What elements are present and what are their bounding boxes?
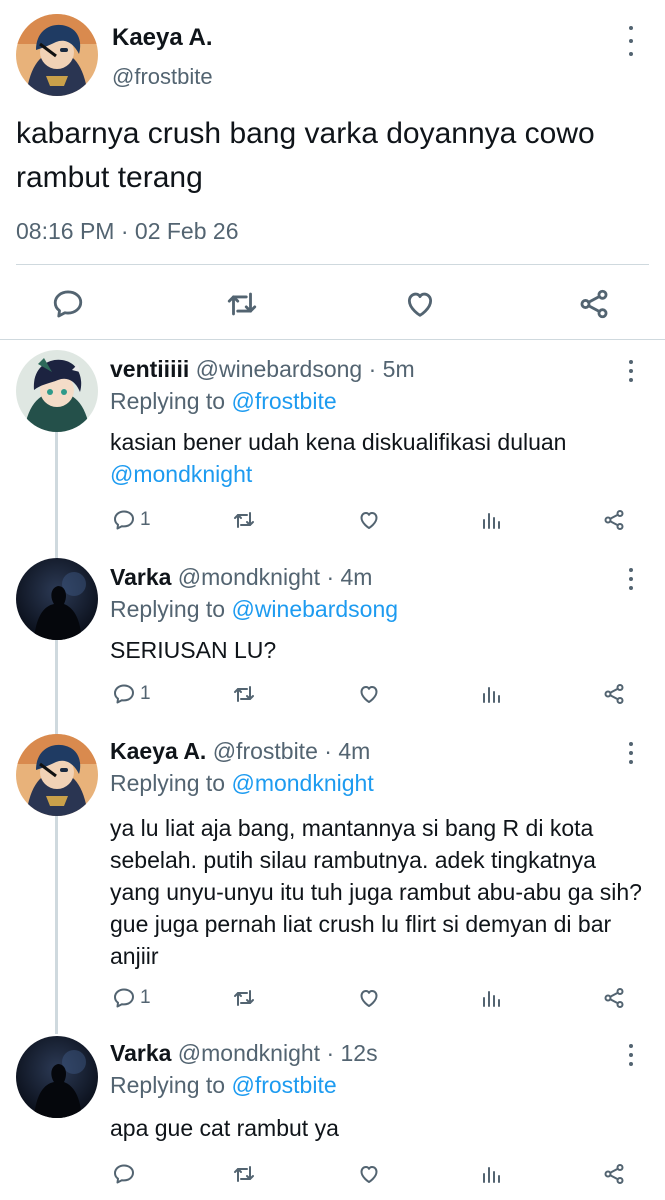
reply-time[interactable]: 4m [341,564,373,590]
divider [16,264,649,265]
reply-icon[interactable] [50,286,86,322]
views-icon[interactable] [480,674,504,714]
author-name[interactable]: Kaeya A. [112,24,213,52]
replying-to-mention[interactable]: @frostbite [231,1072,336,1098]
main-tweet: Kaeya A. @frostbite kabarnya crush bang … [0,0,665,338]
reply-header: ventiiiii @winebardsong · 5m [110,356,415,383]
reply-count: 1 [140,683,151,704]
reply-actions [0,1154,665,1194]
reply-header: Kaeya A. @frostbite · 4m [110,738,370,765]
tweet-timestamp[interactable]: 08:16 PM · 02 Feb 26 [16,218,239,245]
replying-to-mention[interactable]: @frostbite [231,388,336,414]
reply-button[interactable]: 1 [112,674,151,714]
reply-text: kasian bener udah kena diskualifikasi du… [110,426,640,490]
tweet-date: 02 Feb 26 [134,218,239,244]
tweet-actions [0,280,665,330]
reply-actions: 1 [0,674,665,714]
author-name[interactable]: Varka [110,1040,171,1066]
share-icon[interactable] [602,978,626,1018]
views-icon[interactable] [480,500,504,540]
tweet-time: 08:16 PM [16,218,115,244]
views-icon[interactable] [480,978,504,1018]
reply-icon [114,510,134,530]
avatar[interactable] [16,734,98,816]
author-name[interactable]: ventiiiii [110,356,189,382]
views-icon[interactable] [480,1154,504,1194]
share-icon[interactable] [602,1154,626,1194]
reply-button[interactable] [112,1154,140,1194]
reply-text: ya lu liat aja bang, mantannya si bang R… [110,815,642,969]
avatar[interactable] [16,350,98,432]
replying-to-mention[interactable]: @mondknight [231,770,373,796]
replying-to-label: Replying to [110,1072,226,1098]
reply-tweet: Varka @mondknight · 12s Replying to @fro… [0,1036,665,1200]
reply-header: Varka @mondknight · 4m [110,564,372,591]
replying-to: Replying to @mondknight [110,770,374,797]
author-handle[interactable]: @mondknight [178,564,320,590]
meta-separator: · [326,564,335,590]
share-icon[interactable] [602,500,626,540]
replying-to: Replying to @winebardsong [110,596,398,623]
reply-text: apa gue cat rambut ya [110,1115,339,1141]
author-name[interactable]: Varka [110,564,171,590]
reply-time[interactable]: 5m [383,356,415,382]
retweet-icon[interactable] [232,1154,256,1194]
reply-text: SERIUSAN LU? [110,637,277,663]
replying-to: Replying to @frostbite [110,388,337,415]
replying-to-label: Replying to [110,770,226,796]
author-handle[interactable]: @winebardsong [196,356,363,382]
meta-separator: · [368,356,377,382]
reply-icon [114,1164,134,1184]
avatar[interactable] [16,558,98,640]
reply-count: 1 [140,987,151,1008]
mention-link[interactable]: @mondknight [110,461,252,487]
share-icon[interactable] [576,286,612,322]
replying-to: Replying to @frostbite [110,1072,337,1099]
avatar[interactable] [16,1036,98,1118]
more-icon[interactable] [620,1044,642,1066]
retweet-icon[interactable] [232,978,256,1018]
author-name[interactable]: Kaeya A. [110,738,206,764]
author-handle[interactable]: @frostbite [112,64,213,90]
retweet-icon[interactable] [232,674,256,714]
reply-button[interactable]: 1 [112,978,151,1018]
like-icon[interactable] [357,500,381,540]
reply-text-body: kasian bener udah kena diskualifikasi du… [110,429,567,455]
reply-count: 1 [140,509,151,530]
reply-header: Varka @mondknight · 12s [110,1040,378,1067]
reply-tweet: Varka @mondknight · 4m Replying to @wine… [0,558,665,718]
more-icon[interactable] [620,742,642,764]
reply-icon [114,684,134,704]
like-icon[interactable] [357,1154,381,1194]
meta-separator: · [326,1040,335,1066]
reply-time[interactable]: 12s [341,1040,378,1066]
author-handle[interactable]: @mondknight [178,1040,320,1066]
like-icon[interactable] [357,978,381,1018]
like-icon[interactable] [357,674,381,714]
more-icon[interactable] [620,360,642,382]
meta-separator: · [324,738,332,764]
meta-separator: · [120,218,129,244]
reply-icon [114,988,134,1008]
reply-button[interactable]: 1 [112,500,151,540]
author-handle[interactable]: @frostbite [213,738,318,764]
more-icon[interactable] [620,568,642,590]
reply-tweet: ventiiiii @winebardsong · 5m Replying to… [0,350,665,540]
replying-to-label: Replying to [110,596,226,622]
avatar[interactable] [16,14,98,96]
retweet-icon[interactable] [232,500,256,540]
retweet-icon[interactable] [224,286,260,322]
more-icon[interactable] [620,26,642,56]
reply-actions: 1 [0,500,665,540]
reply-tweet: Kaeya A. @frostbite · 4m Replying to @mo… [0,734,665,1024]
like-icon[interactable] [402,286,438,322]
replying-to-label: Replying to [110,388,226,414]
share-icon[interactable] [602,674,626,714]
reply-time[interactable]: 4m [338,738,370,764]
tweet-text: kabarnya crush bang varka doyannya cowo … [16,117,595,194]
reply-actions: 1 [0,978,665,1018]
replying-to-mention[interactable]: @winebardsong [231,596,398,622]
divider [0,339,665,340]
